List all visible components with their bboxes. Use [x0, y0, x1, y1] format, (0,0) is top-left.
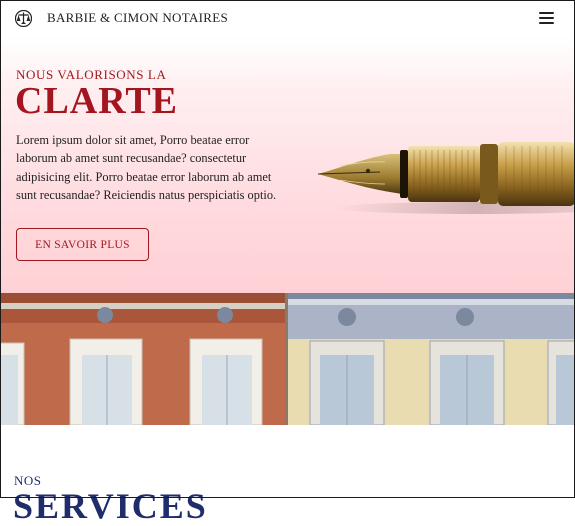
learn-more-button[interactable]: EN SAVOIR PLUS: [16, 228, 149, 261]
brand-name[interactable]: BARBIE & CIMON NOTAIRES: [47, 10, 228, 26]
hero-headline: CLARTE: [15, 80, 179, 122]
site-header: BARBIE & CIMON NOTAIRES: [0, 0, 575, 36]
fountain-pen-image: [317, 142, 575, 214]
building-facade-image: [0, 293, 575, 425]
hamburger-menu-icon[interactable]: [539, 11, 554, 25]
hero-section: NOUS VALORISONS LA CLARTE Lorem ipsum do…: [0, 36, 575, 293]
scales-logo-icon[interactable]: [15, 10, 32, 27]
services-title: SERVICES: [13, 486, 208, 526]
hero-body-text: Lorem ipsum dolor sit amet, Porro beatae…: [16, 133, 277, 202]
